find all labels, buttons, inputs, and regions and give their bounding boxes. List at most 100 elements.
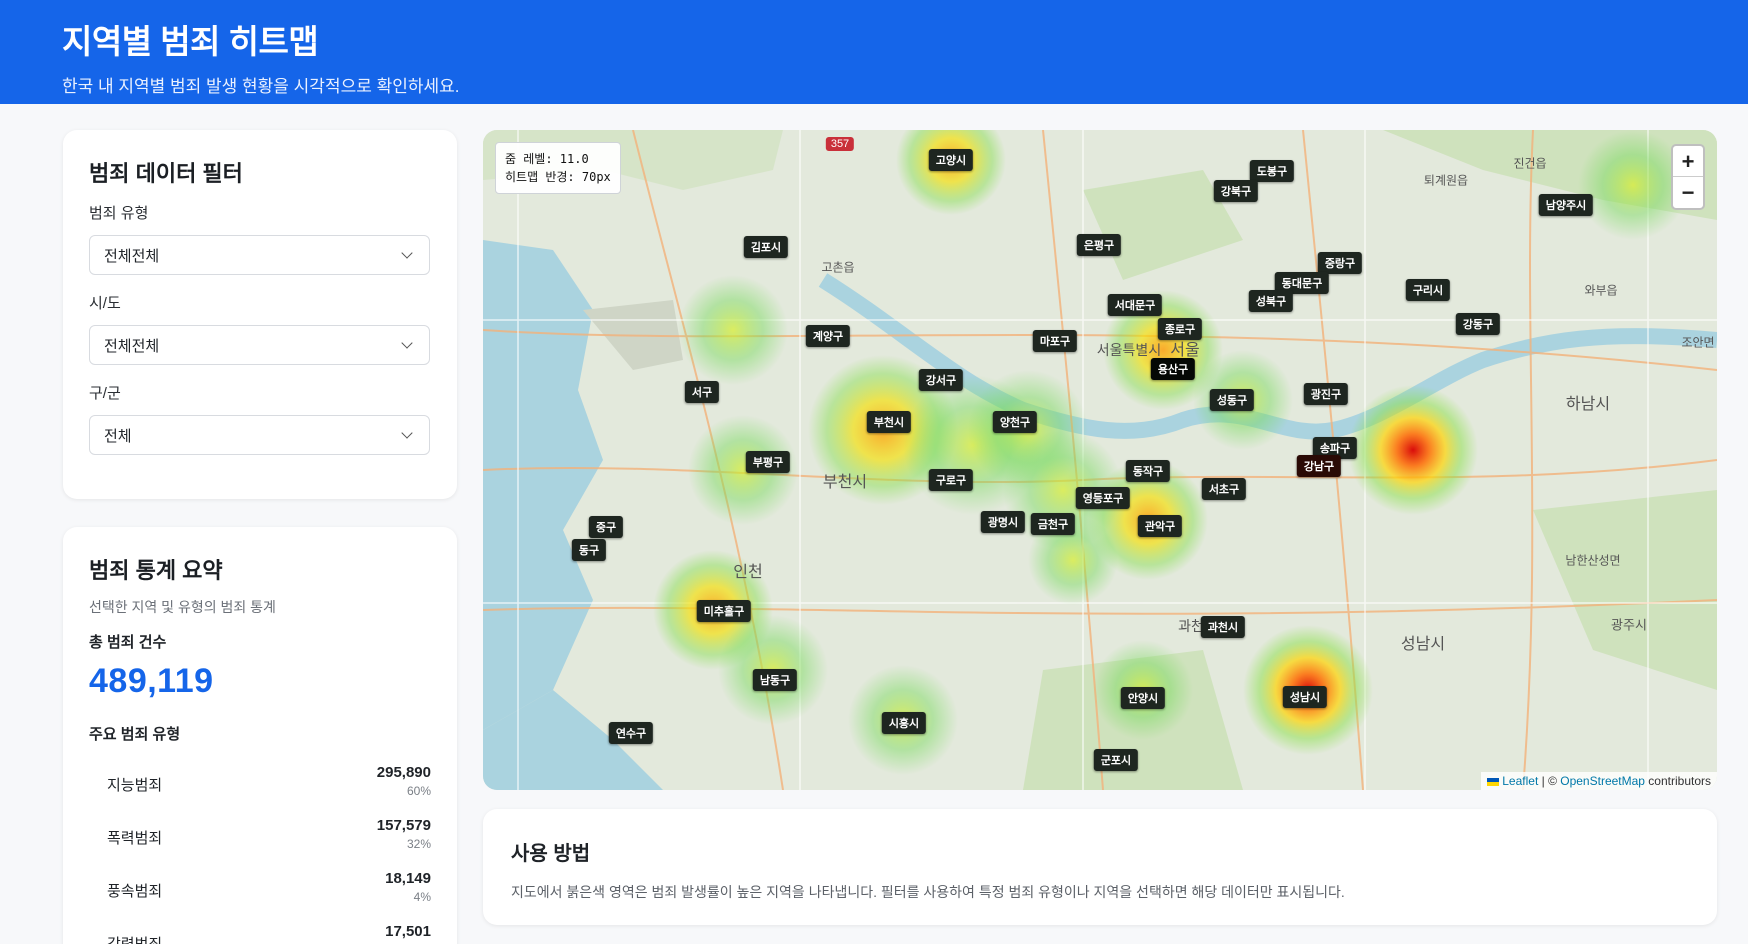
map-place-label: 서울특별시 <box>1096 342 1162 358</box>
crime-type-label: 범죄 유형 <box>89 205 149 222</box>
crime-type-value: 전체전체 <box>104 247 160 265</box>
crime-type-name: 강력범죄 <box>107 933 162 944</box>
region-label[interactable]: 영등포구 <box>1075 487 1131 509</box>
gugun-value: 전체 <box>104 427 132 445</box>
list-item: 풍속범죄 18,149 4% <box>89 860 431 913</box>
major-types-label: 주요 범죄 유형 <box>89 726 181 743</box>
region-label[interactable]: 강북구 <box>1213 180 1259 202</box>
zoom-control: + − <box>1671 144 1705 210</box>
crime-type-count: 157,579 <box>376 817 431 834</box>
region-label[interactable]: 계양구 <box>805 325 851 347</box>
list-item: 폭력범죄 157,579 32% <box>89 807 431 860</box>
region-label[interactable]: 서구 <box>684 381 720 403</box>
region-label[interactable]: 관악구 <box>1137 515 1183 537</box>
gugun-label: 구/군 <box>89 385 121 402</box>
region-label[interactable]: 성남시 <box>1282 686 1328 708</box>
gugun-select[interactable]: 전체 <box>89 415 430 455</box>
region-label[interactable]: 양천구 <box>992 411 1038 433</box>
map-place-label: 인천 <box>733 564 763 581</box>
region-label[interactable]: 은평구 <box>1076 234 1122 256</box>
region-label[interactable]: 중구 <box>588 516 624 538</box>
attribution-separator: | © <box>1538 774 1561 788</box>
region-label[interactable]: 중랑구 <box>1317 252 1363 274</box>
chevron-down-icon <box>401 247 413 259</box>
stats-subtitle: 선택한 지역 및 유형의 범죄 통계 <box>89 599 276 615</box>
region-label[interactable]: 성동구 <box>1209 389 1255 411</box>
map-base <box>483 130 1717 790</box>
filter-card: 범죄 데이터 필터 범죄 유형 전체전체 시/도 전체전체 구/군 전체 <box>63 130 457 499</box>
region-label[interactable]: 종로구 <box>1157 318 1203 340</box>
map-place-label: 진건읍 <box>1513 156 1547 171</box>
region-label[interactable]: 남양주시 <box>1538 194 1594 216</box>
map-attribution: Leaflet | © OpenStreetMap contributors <box>1481 772 1717 790</box>
sido-select[interactable]: 전체전체 <box>89 325 430 365</box>
page-subtitle: 한국 내 지역별 범죄 발생 현황을 시각적으로 확인하세요. <box>62 77 460 96</box>
map-place-label: 조안면 <box>1681 335 1715 350</box>
region-label[interactable]: 강동구 <box>1455 313 1501 335</box>
crime-type-select[interactable]: 전체전체 <box>89 235 430 275</box>
crime-type-count: 17,501 <box>385 923 431 940</box>
stats-card: 범죄 통계 요약 선택한 지역 및 유형의 범죄 통계 총 범죄 건수 489,… <box>63 527 457 944</box>
leaflet-link[interactable]: Leaflet <box>1502 774 1538 788</box>
zoom-level-readout: 줌 레벨: 11.0 <box>505 152 589 166</box>
list-item: 지능범죄 295,890 60% <box>89 754 431 807</box>
region-label[interactable]: 서대문구 <box>1107 294 1163 316</box>
osm-link[interactable]: OpenStreetMap <box>1560 774 1645 788</box>
map-place-label: 와부읍 <box>1584 283 1618 298</box>
attribution-tail: contributors <box>1644 774 1711 788</box>
region-label[interactable]: 마포구 <box>1032 330 1078 352</box>
heatmap-map[interactable]: 357 고촌읍 부천시 인천 서울특별시 서울 하남시 성남시 광주시 남한산성… <box>483 130 1717 790</box>
region-label[interactable]: 강남구 <box>1296 455 1342 477</box>
region-label[interactable]: 구리시 <box>1405 279 1451 301</box>
region-label[interactable]: 미추홀구 <box>696 600 752 622</box>
crime-type-list: 지능범죄 295,890 60% 폭력범죄 157,579 32% 풍속범죄 1… <box>89 754 431 944</box>
total-crimes-value: 489,119 <box>89 662 214 700</box>
map-place-label: 남한산성면 <box>1565 553 1621 568</box>
region-label[interactable]: 강서구 <box>918 369 964 391</box>
usage-title: 사용 방법 <box>511 843 591 865</box>
map-place-label: 고촌읍 <box>821 260 855 275</box>
region-label[interactable]: 광진구 <box>1303 383 1349 405</box>
region-label[interactable]: 서초구 <box>1201 478 1247 500</box>
region-label[interactable]: 안양시 <box>1120 687 1166 709</box>
zoom-in-button[interactable]: + <box>1673 146 1703 177</box>
crime-type-percent: 32% <box>406 837 431 851</box>
page-title: 지역별 범죄 히트맵 <box>62 23 319 60</box>
chevron-down-icon <box>401 427 413 439</box>
map-info-box: 줌 레벨: 11.0 히트맵 반경: 70px <box>495 142 621 194</box>
region-label[interactable]: 부평구 <box>745 451 791 473</box>
region-label[interactable]: 고양시 <box>928 149 974 171</box>
crime-type-count: 18,149 <box>385 870 431 887</box>
region-label[interactable]: 김포시 <box>743 236 789 258</box>
crime-type-percent: 60% <box>406 784 431 798</box>
map-place-label: 부천시 <box>822 474 868 491</box>
region-label[interactable]: 동작구 <box>1125 460 1171 482</box>
region-label[interactable]: 용산구 <box>1150 358 1196 380</box>
crime-type-percent: 4% <box>413 890 431 904</box>
region-label[interactable]: 남동구 <box>752 669 798 691</box>
crime-type-count: 295,890 <box>376 764 431 781</box>
sido-label: 시/도 <box>89 295 121 312</box>
region-label[interactable]: 금천구 <box>1030 513 1076 535</box>
region-label[interactable]: 과천시 <box>1200 616 1246 638</box>
region-label[interactable]: 연수구 <box>608 722 654 744</box>
region-label[interactable]: 동구 <box>571 539 607 561</box>
stats-title: 범죄 통계 요약 <box>89 558 223 583</box>
filter-title: 범죄 데이터 필터 <box>89 161 243 186</box>
heatmap-radius-readout: 히트맵 반경: 70px <box>505 170 611 184</box>
page-header: 지역별 범죄 히트맵 한국 내 지역별 범죄 발생 현황을 시각적으로 확인하세… <box>0 0 1748 104</box>
region-label[interactable]: 시흥시 <box>881 712 927 734</box>
crime-type-name: 지능범죄 <box>107 777 163 794</box>
usage-body: 지도에서 붉은색 영역은 범죄 발생률이 높은 지역을 나타냅니다. 필터를 사… <box>511 884 1345 900</box>
region-label[interactable]: 도봉구 <box>1249 160 1295 182</box>
map-place-label: 하남시 <box>1565 396 1611 413</box>
region-label[interactable]: 구로구 <box>928 469 974 491</box>
region-label[interactable]: 광명시 <box>980 511 1026 533</box>
list-item: 강력범죄 17,501 4% <box>89 913 431 944</box>
region-label[interactable]: 군포시 <box>1093 749 1139 771</box>
ukraine-flag-icon <box>1487 777 1500 786</box>
region-label[interactable]: 부천시 <box>866 411 912 433</box>
region-label[interactable]: 성북구 <box>1248 290 1294 312</box>
zoom-out-button[interactable]: − <box>1673 177 1703 208</box>
map-place-label: 광주시 <box>1611 617 1647 633</box>
